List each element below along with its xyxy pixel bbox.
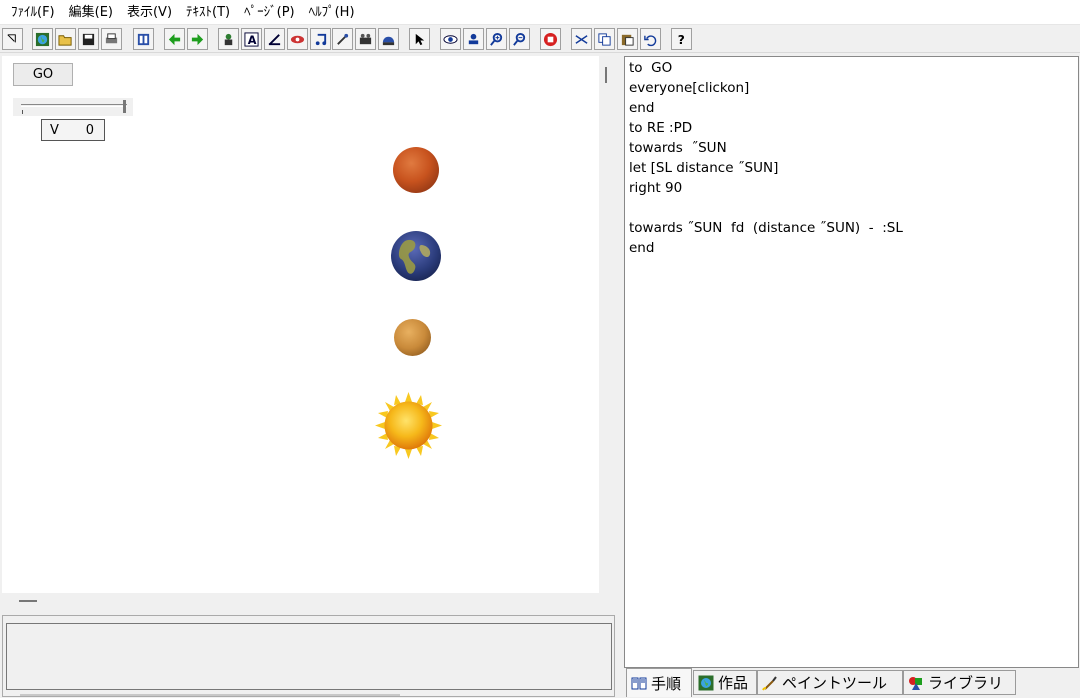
save-icon[interactable] bbox=[78, 28, 99, 50]
text-box-icon[interactable]: A bbox=[241, 28, 262, 50]
open-folder-icon[interactable] bbox=[55, 28, 76, 50]
editor-line: to RE :PD bbox=[629, 120, 693, 136]
menu-page[interactable]: ﾍﾟｰｼﾞ(P) bbox=[237, 0, 301, 25]
menu-view[interactable]: 表示(V) bbox=[120, 0, 179, 25]
tab-work[interactable]: 作品 bbox=[693, 670, 757, 695]
tab-paint-tool-label: ペイントツール bbox=[782, 674, 888, 692]
zoom-out-icon[interactable] bbox=[509, 28, 530, 50]
slider-thumb[interactable] bbox=[123, 100, 126, 113]
stamp-icon[interactable] bbox=[463, 28, 484, 50]
editor-line: let [SL distance ˝SUN] bbox=[629, 160, 779, 176]
tab-procedures-label: 手順 bbox=[651, 674, 682, 693]
stage-footer bbox=[0, 593, 617, 615]
earth-continents bbox=[398, 239, 431, 274]
stage-scroll-thumb[interactable] bbox=[605, 67, 607, 83]
help-icon[interactable]: ? bbox=[671, 28, 692, 50]
pointer-icon[interactable] bbox=[409, 28, 430, 50]
shapes-icon bbox=[908, 675, 924, 691]
menu-file[interactable]: ﾌｧｲﾙ(F) bbox=[4, 0, 62, 25]
slider-tool-icon[interactable] bbox=[264, 28, 285, 50]
arrow-right-icon[interactable] bbox=[187, 28, 208, 50]
editor-line: towards ˝SUN fd (distance ˝SUN) - :SL bbox=[629, 220, 903, 236]
editor-line: everyone[clickon] bbox=[629, 80, 750, 96]
camera-icon[interactable] bbox=[355, 28, 376, 50]
menu-edit[interactable]: 編集(E) bbox=[62, 0, 120, 25]
print-icon[interactable] bbox=[101, 28, 122, 50]
paint-tool-icon[interactable] bbox=[287, 28, 308, 50]
tab-library-label: ライブラリ bbox=[928, 674, 1004, 692]
editor-line: end bbox=[629, 240, 655, 256]
eye-icon[interactable] bbox=[440, 28, 461, 50]
mars-turtle[interactable] bbox=[393, 147, 439, 193]
tab-procedures[interactable]: 手順 bbox=[626, 668, 692, 697]
helmet-icon[interactable] bbox=[378, 28, 399, 50]
tab-paint-tool[interactable]: ペイントツール bbox=[757, 670, 903, 695]
sun-turtle[interactable] bbox=[375, 392, 442, 459]
globe-icon[interactable] bbox=[32, 28, 53, 50]
svg-text:?: ? bbox=[678, 33, 685, 47]
slider-tick bbox=[22, 110, 23, 114]
menu-bar: ﾌｧｲﾙ(F) 編集(E) 表示(V) ﾃｷｽﾄ(T) ﾍﾟｰｼﾞ(P) ﾍﾙﾌ… bbox=[0, 0, 1080, 25]
tools-icon[interactable] bbox=[332, 28, 353, 50]
stop-icon[interactable] bbox=[540, 28, 561, 50]
undo-icon[interactable] bbox=[640, 28, 661, 50]
menu-help[interactable]: ﾍﾙﾌﾟ(H) bbox=[302, 0, 362, 25]
toolbar: A ? bbox=[0, 26, 1080, 53]
status-line bbox=[20, 694, 400, 696]
editor-line: end bbox=[629, 100, 655, 116]
variable-display: V 0 bbox=[41, 119, 105, 141]
variable-name: V bbox=[50, 122, 59, 138]
globe-icon bbox=[698, 675, 714, 691]
slider-track bbox=[21, 104, 127, 107]
book-icon bbox=[631, 675, 647, 691]
venus-turtle[interactable] bbox=[394, 319, 431, 356]
tab-library[interactable]: ライブラリ bbox=[903, 670, 1016, 695]
music-icon[interactable] bbox=[310, 28, 331, 50]
arrow-left-icon[interactable] bbox=[164, 28, 185, 50]
scissors-icon[interactable] bbox=[571, 28, 592, 50]
project-icon[interactable] bbox=[133, 28, 154, 50]
editor-line: right 90 bbox=[629, 180, 683, 196]
paintbrush-icon bbox=[762, 675, 778, 691]
tab-work-label: 作品 bbox=[718, 674, 749, 692]
panel-tabs: 手順 作品 ペイントツール ライブラリ bbox=[624, 668, 1080, 698]
sun-graphic bbox=[375, 392, 442, 459]
stage-scrollbar[interactable] bbox=[599, 56, 617, 612]
go-button[interactable]: GO bbox=[13, 63, 73, 86]
copy-icon[interactable] bbox=[594, 28, 615, 50]
editor-line: towards ˝SUN bbox=[629, 140, 727, 156]
earth-turtle[interactable] bbox=[391, 231, 441, 281]
zoom-in-icon[interactable] bbox=[486, 28, 507, 50]
svg-text:A: A bbox=[248, 34, 257, 47]
menu-text[interactable]: ﾃｷｽﾄ(T) bbox=[179, 0, 237, 25]
procedure-editor[interactable]: to GO everyone[clickon] end to RE :PD to… bbox=[624, 56, 1079, 668]
variable-value: 0 bbox=[85, 122, 94, 138]
paste-icon[interactable] bbox=[617, 28, 638, 50]
select-window-icon[interactable] bbox=[2, 28, 23, 50]
speed-slider[interactable] bbox=[13, 98, 133, 116]
editor-line: to GO bbox=[629, 60, 673, 76]
message-box[interactable] bbox=[6, 623, 612, 690]
turtle-icon[interactable] bbox=[218, 28, 239, 50]
stage-footer-dash bbox=[19, 600, 37, 602]
